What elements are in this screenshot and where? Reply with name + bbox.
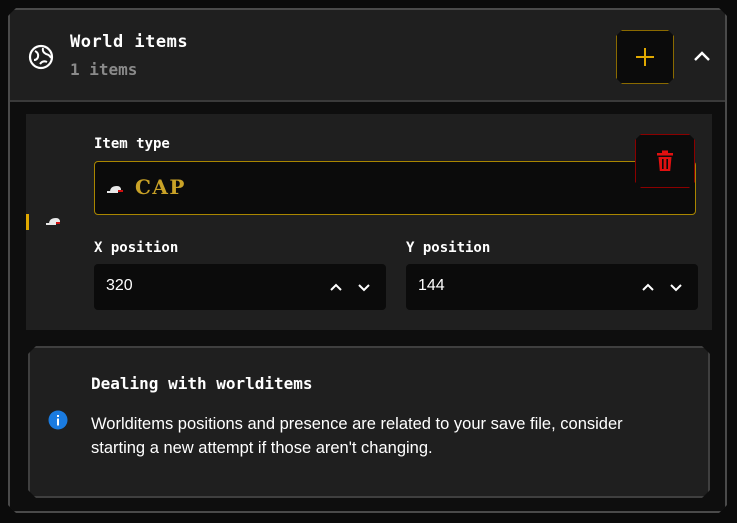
x-position-input[interactable]: 320: [94, 264, 386, 310]
chevron-up-icon[interactable]: [690, 46, 714, 66]
y-position-label: Y position: [406, 240, 491, 256]
world-item-row: Item type CAP ▾ X positi: [26, 114, 712, 330]
x-position-label: X position: [94, 240, 179, 256]
decrement-icon[interactable]: [668, 279, 684, 295]
trash-icon: [655, 150, 675, 172]
delete-item-button[interactable]: [635, 134, 695, 188]
info-notice: Dealing with worlditems Worlditems posit…: [28, 346, 710, 498]
cap-icon: [46, 216, 62, 226]
info-text: Worlditems positions and presence are re…: [91, 415, 623, 457]
plus-icon: [634, 46, 656, 68]
item-type-label: Item type: [94, 136, 170, 152]
increment-icon[interactable]: [328, 279, 344, 295]
decrement-icon[interactable]: [356, 279, 372, 295]
y-position-value: 144: [418, 277, 445, 294]
item-marker: [26, 214, 29, 230]
section-header[interactable]: World items 1 items: [10, 10, 725, 102]
info-icon: [48, 410, 68, 430]
increment-icon[interactable]: [640, 279, 656, 295]
cap-icon: [107, 184, 125, 194]
info-title: Dealing with worlditems: [91, 374, 313, 393]
y-position-input[interactable]: 144: [406, 264, 698, 310]
item-type-value: CAP: [135, 175, 186, 199]
item-count: 1 items: [70, 60, 138, 79]
world-items-panel: World items 1 items Item type CAP X posi…: [8, 8, 727, 513]
section-title: World items: [70, 32, 189, 52]
section-body: Item type CAP ▾ X positi: [10, 102, 725, 511]
x-position-value: 320: [106, 277, 133, 294]
add-item-button[interactable]: [616, 30, 674, 84]
item-type-select[interactable]: CAP ▾: [94, 161, 696, 215]
globe-icon: [26, 42, 56, 72]
